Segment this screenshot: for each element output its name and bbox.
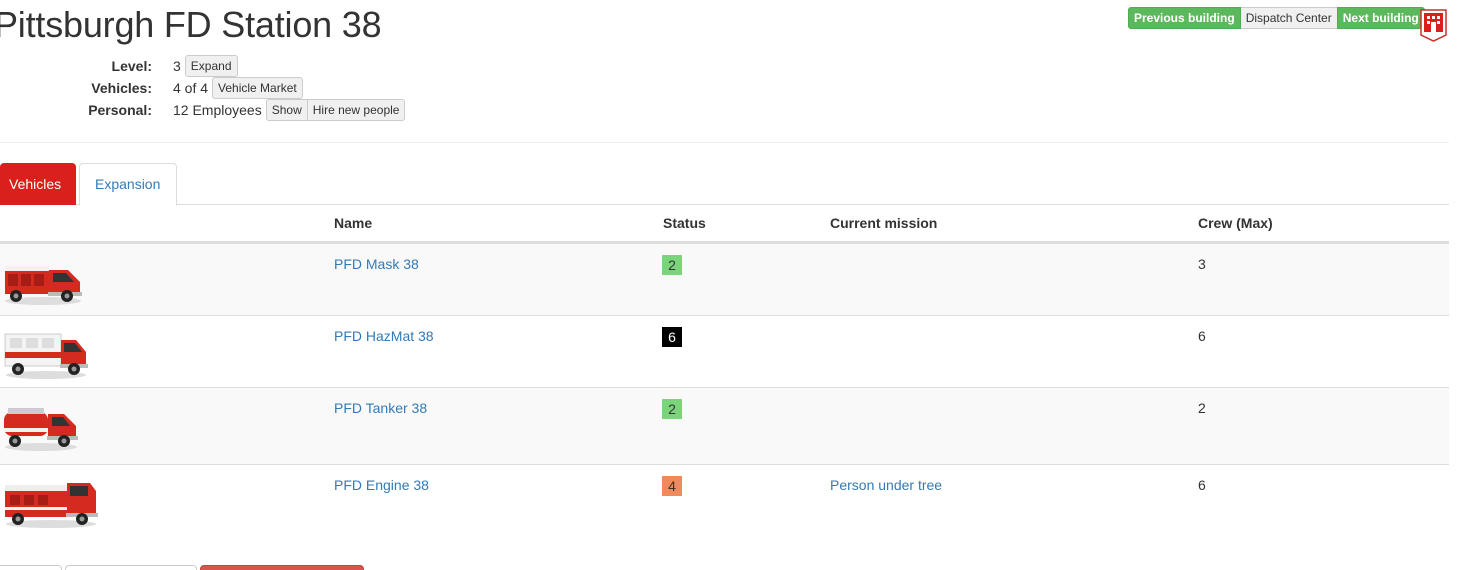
status-badge: 6 [662,327,682,347]
status-value: 2 [662,255,682,275]
vehicle-table: Name Status Current mission Crew (Max) P… [0,205,1449,544]
status-value: 2 [662,399,682,419]
building-navigation: Previous building Dispatch Center Next b… [1128,7,1425,29]
status-value: 4 [662,476,682,496]
status-badge: 2 [662,399,682,419]
tab-bar: Vehicles Expansion [0,163,1449,206]
vehicles-label: Vehicles: [91,80,152,96]
vehicles-row: Vehicles: 4 of 4 Vehicle Market [0,77,420,99]
hazmat-truck-icon [4,333,88,379]
table-row: PFD Engine 38 4 Person under tree 6 [0,464,1449,544]
tab-vehicles[interactable]: Vehicles [0,163,76,205]
tanker-truck-icon [4,408,78,451]
vehicles-value: 4 of 4 [173,80,209,96]
crew-value: 2 [1198,400,1206,416]
table-row: PFD Tanker 38 2 2 [0,387,1449,464]
show-personal-button[interactable]: Show [265,99,308,121]
level-value: 3 [173,58,181,74]
mission-link[interactable]: Person under tree [830,477,942,493]
status-value: 6 [662,327,682,347]
header-status: Status [663,215,706,231]
personal-label: Personal: [88,102,152,118]
fire-station-icon [1420,9,1447,42]
engine-truck-icon [5,483,98,528]
bottom-button-1[interactable] [0,565,62,570]
vehicle-link[interactable]: PFD HazMat 38 [334,328,434,344]
bottom-button-2[interactable] [65,565,197,570]
personal-value: 12 Employees [173,102,262,118]
header-current-mission: Current mission [830,215,938,231]
table-header: Name Status Current mission Crew (Max) [0,205,1449,243]
crew-value: 6 [1198,477,1206,493]
crew-value: 3 [1198,256,1206,272]
hire-people-button[interactable]: Hire new people [307,99,406,121]
level-row: Level: 3 Expand [0,55,420,77]
crew-value: 6 [1198,328,1206,344]
vehicle-market-button[interactable]: Vehicle Market [212,77,303,99]
rescue-truck-icon [5,266,82,305]
personal-row: Personal: 12 Employees Show Hire new peo… [0,99,420,121]
divider [0,142,1449,143]
dispatch-center-button[interactable]: Dispatch Center [1240,7,1337,29]
status-badge: 2 [662,255,682,275]
header-crew: Crew (Max) [1198,215,1273,231]
page-title: Pittsburgh FD Station 38 [0,4,382,45]
table-row: PFD HazMat 38 6 6 [0,315,1449,387]
vehicle-link[interactable]: PFD Engine 38 [334,477,429,493]
vehicle-link[interactable]: PFD Tanker 38 [334,400,427,416]
header-name: Name [334,215,373,231]
expand-button[interactable]: Expand [184,55,238,77]
tab-expansion[interactable]: Expansion [79,163,177,206]
table-row: PFD Mask 38 2 3 [0,243,1449,315]
previous-building-button[interactable]: Previous building [1128,7,1241,29]
next-building-button[interactable]: Next building [1336,7,1425,29]
bottom-danger-button[interactable] [200,565,364,570]
vehicle-link[interactable]: PFD Mask 38 [334,256,419,272]
level-label: Level: [111,58,152,74]
status-badge: 4 [662,476,682,496]
